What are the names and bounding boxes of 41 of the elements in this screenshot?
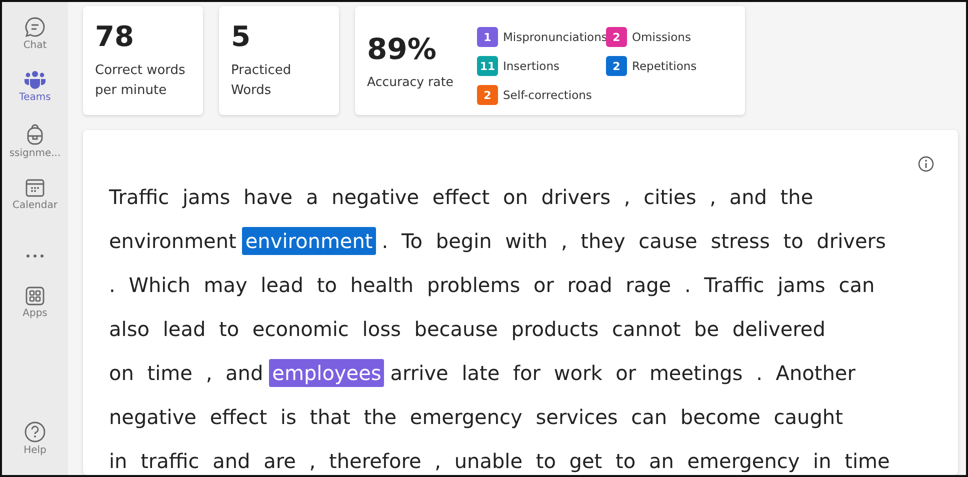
- count-badge: 11: [477, 56, 498, 76]
- error-label: Omissions: [632, 30, 691, 44]
- passage-text: arrive late for work or meetings . Another: [390, 361, 856, 385]
- accuracy-value: 89%: [367, 32, 436, 66]
- count-badge: 2: [606, 56, 627, 76]
- count-badge: 2: [606, 27, 627, 47]
- error-label: Insertions: [503, 59, 560, 73]
- accuracy-label: Accuracy rate: [367, 74, 454, 89]
- passage-text: environment: [109, 229, 236, 253]
- error-label: Mispronunciations: [503, 30, 608, 44]
- passage-text: . Which may lead to health problems or road rage . Traffic jams can: [109, 273, 875, 297]
- sidebar-item[interactable]: ssignme...: [2, 124, 68, 178]
- help-button[interactable]: Help: [2, 421, 68, 475]
- more-icon: [25, 253, 45, 259]
- passage-text: also lead to economic loss because products cannot be delivered: [109, 317, 826, 341]
- calendar-icon: [25, 178, 45, 198]
- chat-icon: [24, 16, 46, 38]
- highlighted-word: environment: [242, 227, 376, 255]
- apps-icon: [25, 286, 45, 306]
- count-badge: 1: [477, 27, 498, 47]
- count-badge: 2: [477, 85, 498, 105]
- stat-label: Practiced Words: [231, 62, 292, 100]
- backpack-icon: [25, 124, 45, 146]
- help-icon: [24, 421, 46, 443]
- stat-value: 78: [95, 20, 134, 53]
- passage-text: . To begin with , they cause stress to drivers: [382, 229, 886, 253]
- info-icon[interactable]: [918, 156, 934, 172]
- passage-text: on time , and: [109, 361, 264, 385]
- sidebar-item[interactable]: Apps: [2, 286, 68, 340]
- highlighted-word: employees: [269, 359, 384, 387]
- sidebar-item[interactable]: Chat: [2, 16, 68, 70]
- sidebar-item[interactable]: Teams: [2, 70, 68, 124]
- error-label: Repetitions: [632, 59, 697, 73]
- stat-value: 5: [231, 20, 250, 53]
- error-label: Self-corrections: [503, 88, 592, 102]
- sidebar-item[interactable]: Calendar: [2, 178, 68, 232]
- passage-text: Traffic jams have a negative effect on drivers , cities , and the: [109, 185, 814, 209]
- people-icon: [24, 70, 46, 90]
- passage-text: in traffic and are , therefore , unable to get to an emergency in time: [109, 449, 890, 473]
- passage-text: negative effect is that the emergency services can become caught: [109, 405, 843, 429]
- stat-label: Correct words per minute: [95, 62, 186, 100]
